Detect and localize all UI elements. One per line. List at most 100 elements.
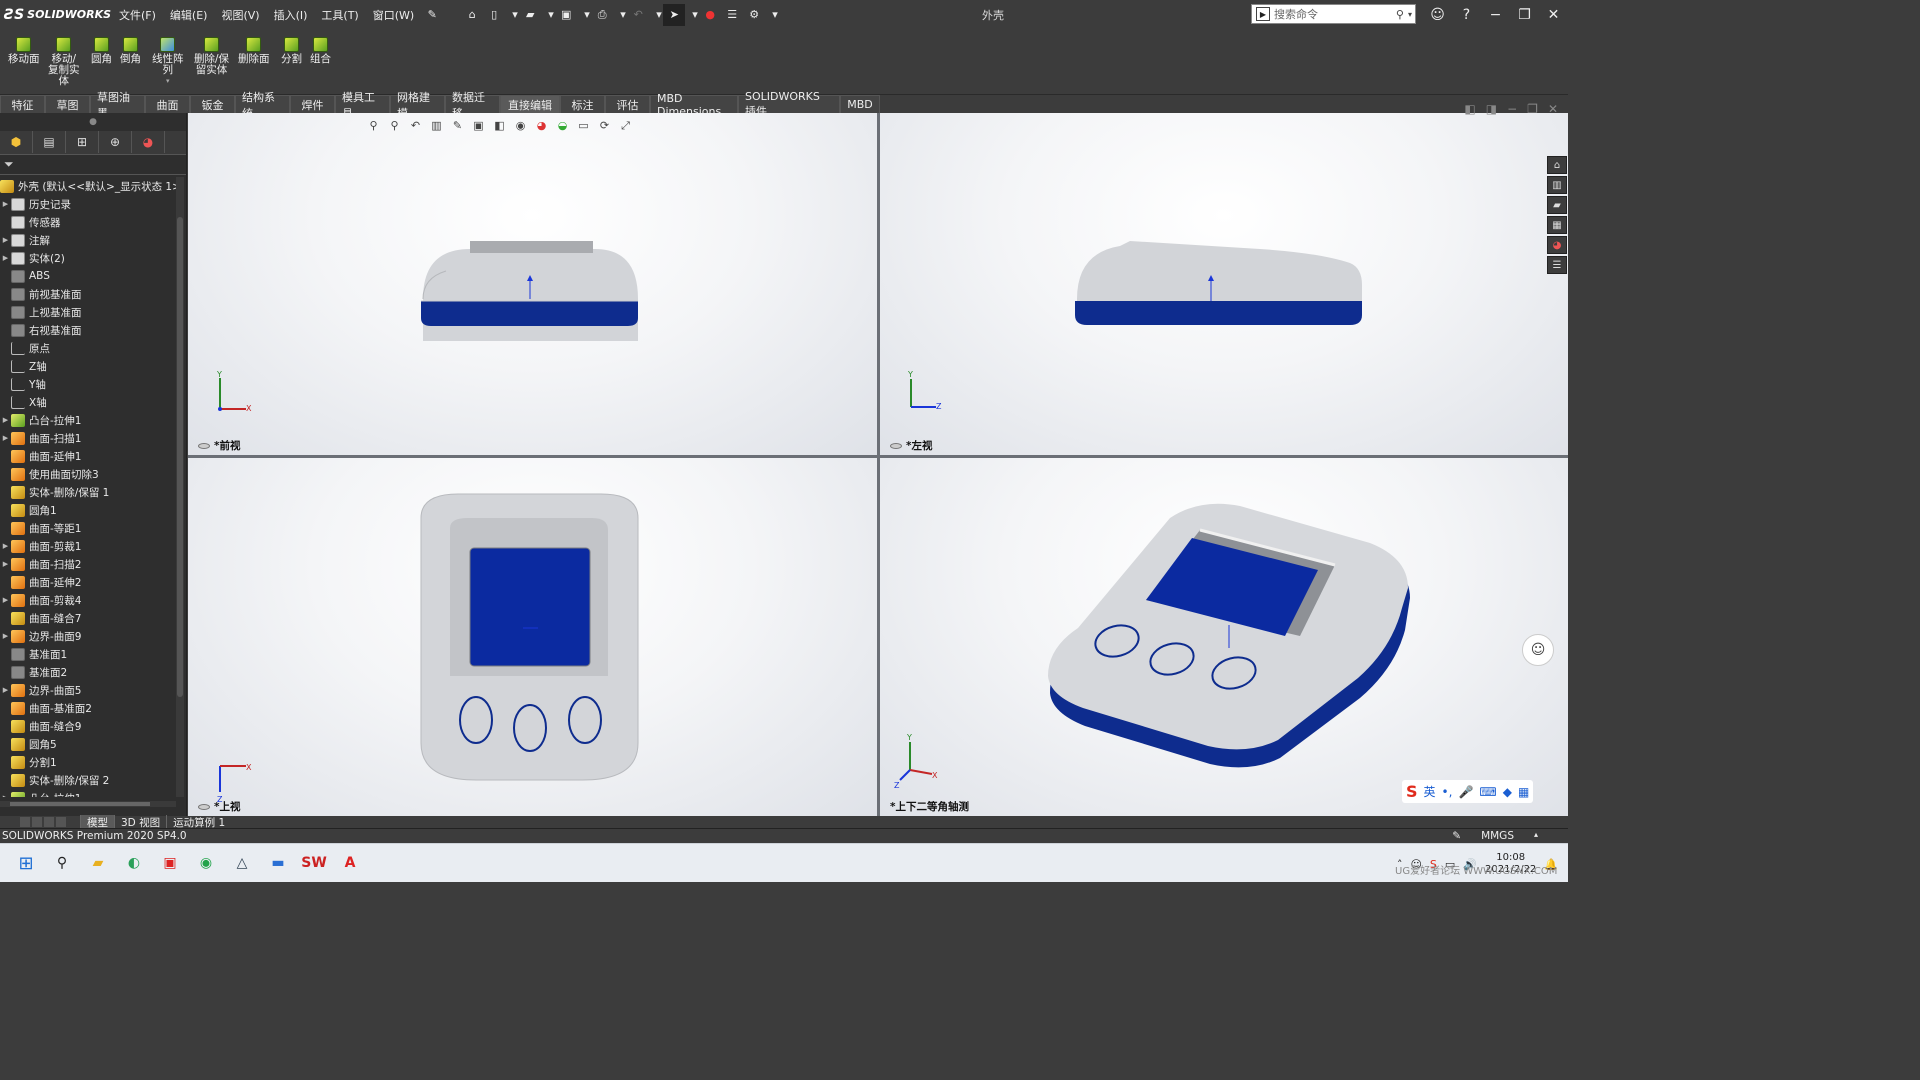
tab-markup[interactable]: 标注 [560,95,605,113]
tile-left-icon[interactable]: ◧ [1464,102,1475,116]
split-button[interactable]: 分割 [281,37,302,65]
combine-button[interactable]: 组合 [310,37,331,65]
tab-direct-editing[interactable]: 直接编辑 [500,95,560,113]
tree-item[interactable]: ▶ 曲面-剪裁4 [0,591,176,609]
display-style-icon[interactable]: ◧ [491,117,508,134]
last-tab-icon[interactable] [56,817,66,827]
menu-tools[interactable]: 工具(T) [314,7,365,23]
view-eye-icon[interactable] [198,442,210,449]
fillet-button[interactable]: 圆角 [91,37,112,65]
tree-item[interactable]: 曲面-缝合9 [0,717,176,735]
restore-button[interactable]: ❐ [1510,7,1539,23]
edit-appearance-icon[interactable]: ◕ [533,117,550,134]
tree-item[interactable]: 前视基准面 [0,285,176,303]
viewport-close-icon[interactable]: ✕ [1548,102,1558,116]
solidworks-taskbar-icon[interactable]: SW [300,849,328,877]
tree-hscroll-thumb[interactable] [10,802,150,806]
tree-item[interactable]: ▶ 边界-曲面9 [0,627,176,645]
tree-item[interactable]: 原点 [0,339,176,357]
tree-item[interactable]: 曲面-缝合7 [0,609,176,627]
tree-item[interactable]: ▶ 曲面-扫描2 [0,555,176,573]
view-eye-icon[interactable] [198,803,210,810]
expand-arrow-icon[interactable]: ▶ [0,236,11,244]
delete-face-button[interactable]: 删除面 [238,37,270,65]
unit-system[interactable]: MMGS [1481,830,1514,842]
delete-keep-body-button[interactable]: 删除/保 留实体 [194,37,229,76]
viewport-vertical-splitter[interactable] [877,113,880,816]
undo-dropdown-icon[interactable]: ▾ [649,8,663,21]
menu-file[interactable]: 文件(F) [112,7,163,23]
tile-right-icon[interactable]: ◨ [1486,102,1497,116]
tree-item[interactable]: 曲面-延伸2 [0,573,176,591]
close-button[interactable]: ✕ [1539,7,1568,23]
view-eye-icon[interactable] [890,442,902,449]
rotate-view-icon[interactable]: ⟳ [596,117,613,134]
viewport-minimize-icon[interactable]: − [1507,102,1517,116]
search-magnifier-icon[interactable]: ⚲ [1396,8,1404,21]
first-tab-icon[interactable] [20,817,30,827]
select-dropdown-icon[interactable]: ▾ [685,8,699,21]
select-arrow-icon[interactable]: ➤ [663,3,686,26]
save-dropdown-icon[interactable]: ▾ [577,8,591,21]
new-dropdown-icon[interactable]: ▾ [505,8,519,21]
pin-icon[interactable]: ✎ [421,4,443,26]
acrobat-icon[interactable]: A [336,849,364,877]
view-palette-icon[interactable]: ▦ [1547,216,1567,234]
tree-item[interactable]: Z轴 [0,357,176,375]
configurationmanager-tab-icon[interactable]: ⊞ [66,131,99,153]
expand-arrow-icon[interactable]: ▶ [0,686,11,694]
menu-insert[interactable]: 插入(I) [267,7,315,23]
tree-item[interactable]: 基准面2 [0,663,176,681]
featuremanager-tab-icon[interactable]: ⬢ [0,131,33,153]
viewport-isometric[interactable]: Y X Z *上下二等角轴测 [880,458,1568,816]
options-dropdown-icon[interactable]: ▾ [765,8,779,21]
menu-edit[interactable]: 编辑(E) [163,7,215,23]
expand-arrow-icon[interactable]: ▶ [0,200,11,208]
app-blue-icon[interactable]: ▬ [264,849,292,877]
tab-mesh-modeling[interactable]: 网格建模 [390,91,445,120]
tree-item[interactable]: X轴 [0,393,176,411]
user-account-icon[interactable]: ☺ [1423,7,1452,23]
solidworks-resources-icon[interactable]: ⌂ [1547,156,1567,174]
tab-solidworks-addins[interactable]: SOLIDWORKS 插件 [738,90,840,118]
move-face-button[interactable]: 移动面 [8,37,40,65]
tab-mold-tools[interactable]: 模具工具 [335,91,390,120]
zoom-to-fit-icon[interactable]: ⚲ [365,117,382,134]
tree-item[interactable]: 右视基准面 [0,321,176,339]
tab-evaluate[interactable]: 评估 [605,95,650,113]
tab-weldments[interactable]: 焊件 [290,95,335,113]
fit-screen-icon[interactable]: ⤢ [617,117,634,134]
rebuild-icon[interactable]: ● [699,4,721,26]
file-explorer-icon[interactable]: ▰ [1547,196,1567,214]
tree-item[interactable]: 圆角1 [0,501,176,519]
tree-item[interactable]: 圆角5 [0,735,176,753]
panel-grip-icon[interactable]: ● [0,113,186,131]
ime-toolbar[interactable]: S 英 •, 🎤 ⌨ ◆ ▦ [1402,780,1534,803]
tree-item[interactable]: ▶ 注解 [0,231,176,249]
tree-item[interactable]: ▶ 边界-曲面5 [0,681,176,699]
expand-arrow-icon[interactable]: ▶ [0,434,11,442]
rebuild-status-icon[interactable]: ✎ [1452,830,1461,842]
section-view-icon[interactable]: ▥ [428,117,445,134]
toolbox-icon[interactable]: ▦ [1518,785,1529,799]
apply-scene-icon[interactable]: ◒ [554,117,571,134]
ime-language[interactable]: 英 [1424,783,1436,800]
units-dropdown-icon[interactable]: ▴ [1534,830,1538,842]
expand-arrow-icon[interactable]: ▶ [0,596,11,604]
tree-item[interactable]: ▶ 凸台-拉伸1 [0,789,176,797]
tab-sheet-metal[interactable]: 钣金 [190,95,235,113]
tab-features[interactable]: 特征 [0,95,45,113]
expand-arrow-icon[interactable]: ▶ [0,254,11,262]
dynamic-annotation-icon[interactable]: ✎ [449,117,466,134]
tab-mbd[interactable]: MBD [840,95,880,113]
tab-structure-system[interactable]: 结构系统 [235,91,290,120]
tree-item[interactable]: 实体-删除/保留 2 [0,771,176,789]
edge-icon[interactable]: ◐ [120,849,148,877]
linear-pattern-dropdown-icon[interactable]: ▾ [166,76,170,87]
search-dropdown-icon[interactable]: ▾ [1408,10,1412,19]
print-icon[interactable]: ⎙ [591,4,613,26]
open-icon[interactable]: ▰ [519,4,541,26]
tab-sketch[interactable]: 草图 [45,95,90,113]
custom-properties-icon[interactable]: ☰ [1547,256,1567,274]
tree-vertical-scrollbar[interactable] [176,177,184,797]
